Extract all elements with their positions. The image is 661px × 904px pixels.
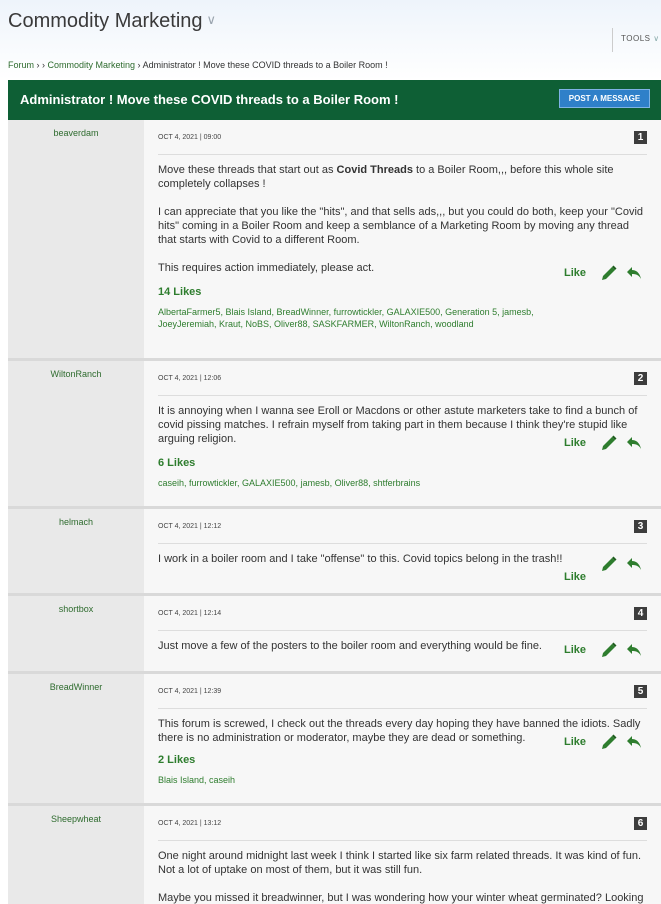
divider <box>158 543 647 544</box>
post-author[interactable]: WiltonRanch <box>8 361 144 379</box>
post-date: OCT 4, 2021 | 12:39 <box>158 688 222 695</box>
post-author[interactable]: beaverdam <box>8 120 144 138</box>
chevron-down-icon[interactable]: ∨ <box>207 12 217 27</box>
breadcrumb-separator: › › <box>34 60 48 70</box>
chevron-down-icon: ∨ <box>653 34 660 43</box>
tools-menu[interactable]: TOOLS ∨ <box>612 28 660 52</box>
reply-arrow-icon[interactable] <box>626 435 642 451</box>
post-date: OCT 4, 2021 | 12:12 <box>158 523 222 530</box>
reply-arrow-icon[interactable] <box>626 734 642 750</box>
post-text: One night around midnight last week I th… <box>158 849 648 904</box>
post-date: OCT 4, 2021 | 09:00 <box>158 134 222 141</box>
breadcrumb: Forum › › Commodity Marketing › Administ… <box>8 60 388 70</box>
post-body: OCT 4, 2021 | 12:06 2 It is annoying whe… <box>144 361 661 506</box>
post: Sheepwheat OCT 4, 2021 | 13:12 6 One nig… <box>8 806 661 904</box>
divider <box>158 395 647 396</box>
forum-title-text: Commodity Marketing <box>8 10 203 32</box>
breadcrumb-section-link[interactable]: Commodity Marketing <box>48 60 136 70</box>
breadcrumb-forum-link[interactable]: Forum <box>8 60 34 70</box>
likes-count[interactable]: 14 Likes <box>158 286 201 298</box>
divider <box>158 840 647 841</box>
like-button[interactable]: Like <box>564 267 586 279</box>
likers-list[interactable]: Blais Island, caseih <box>158 774 548 786</box>
like-button[interactable]: Like <box>564 644 586 656</box>
reply-arrow-icon[interactable] <box>626 556 642 572</box>
post-paragraph: I can appreciate that you like the "hits… <box>158 206 644 246</box>
post-date: OCT 4, 2021 | 12:14 <box>158 610 222 617</box>
likers-list[interactable]: caseih, furrowtickler, GALAXIE500, james… <box>158 477 548 489</box>
post-text-bold: Covid Threads <box>336 164 413 176</box>
pencil-icon[interactable] <box>600 641 618 659</box>
top-header: Commodity Marketing ∨ TOOLS ∨ Forum › › C… <box>0 0 661 80</box>
post: WiltonRanch OCT 4, 2021 | 12:06 2 It is … <box>8 361 661 509</box>
thread-header: Administrator ! Move these COVID threads… <box>8 80 661 120</box>
post-author[interactable]: shortbox <box>8 596 144 614</box>
post-paragraph: I work in a boiler room and I take "offe… <box>158 553 563 565</box>
post-actions <box>600 555 642 573</box>
post-body: OCT 4, 2021 | 12:14 4 Just move a few of… <box>144 596 661 671</box>
post-number[interactable]: 6 <box>634 817 647 830</box>
pencil-icon[interactable] <box>600 555 618 573</box>
post: beaverdam OCT 4, 2021 | 09:00 1 Move the… <box>8 120 661 361</box>
like-button[interactable]: Like <box>564 736 586 748</box>
post-actions: Like <box>564 264 642 282</box>
post-number[interactable]: 1 <box>634 131 647 144</box>
post-paragraph: One night around midnight last week I th… <box>158 850 642 876</box>
post: helmach OCT 4, 2021 | 12:12 3 I work in … <box>8 509 661 596</box>
reply-arrow-icon[interactable] <box>626 265 642 281</box>
like-button[interactable]: Like <box>564 571 586 583</box>
tools-label: TOOLS <box>621 34 651 43</box>
post-text-segment: Move these threads that start out as <box>158 164 337 176</box>
post-date: OCT 4, 2021 | 12:06 <box>158 375 222 382</box>
like-button[interactable]: Like <box>564 437 586 449</box>
pencil-icon[interactable] <box>600 264 618 282</box>
post-actions: Like <box>564 434 642 452</box>
post-author[interactable]: Sheepwheat <box>8 806 144 824</box>
pencil-icon[interactable] <box>600 434 618 452</box>
post-author[interactable]: helmach <box>8 509 144 527</box>
post-author[interactable]: BreadWinner <box>8 674 144 692</box>
post-actions: Like <box>564 641 642 659</box>
post-body: OCT 4, 2021 | 13:12 6 One night around m… <box>144 806 661 904</box>
likers-list[interactable]: AlbertaFarmer5, Blais Island, BreadWinne… <box>158 306 548 330</box>
likes-count[interactable]: 6 Likes <box>158 457 195 469</box>
divider <box>158 630 647 631</box>
post-body: OCT 4, 2021 | 12:39 5 This forum is scre… <box>144 674 661 803</box>
breadcrumb-current: Administrator ! Move these COVID threads… <box>142 60 388 70</box>
breadcrumb-separator: › <box>135 60 143 70</box>
reply-arrow-icon[interactable] <box>626 642 642 658</box>
post-number[interactable]: 5 <box>634 685 647 698</box>
post-date: OCT 4, 2021 | 13:12 <box>158 820 222 827</box>
post-number[interactable]: 4 <box>634 607 647 620</box>
post-message-button[interactable]: POST A MESSAGE <box>559 89 650 108</box>
likes-count[interactable]: 2 Likes <box>158 754 195 766</box>
post: BreadWinner OCT 4, 2021 | 12:39 5 This f… <box>8 674 661 806</box>
post-actions: Like <box>564 733 642 751</box>
post-number[interactable]: 2 <box>634 372 647 385</box>
forum-title[interactable]: Commodity Marketing ∨ <box>8 10 216 33</box>
post: shortbox OCT 4, 2021 | 12:14 4 Just move… <box>8 596 661 674</box>
divider <box>158 708 647 709</box>
divider <box>158 154 647 155</box>
post-body: OCT 4, 2021 | 12:12 3 I work in a boiler… <box>144 509 661 593</box>
pencil-icon[interactable] <box>600 733 618 751</box>
thread-title: Administrator ! Move these COVID threads… <box>20 92 399 107</box>
post-body: OCT 4, 2021 | 09:00 1 Move these threads… <box>144 120 661 358</box>
post-number[interactable]: 3 <box>634 520 647 533</box>
post-paragraph: Maybe you missed it breadwinner, but I w… <box>158 892 644 904</box>
post-actions: Like <box>564 571 600 583</box>
